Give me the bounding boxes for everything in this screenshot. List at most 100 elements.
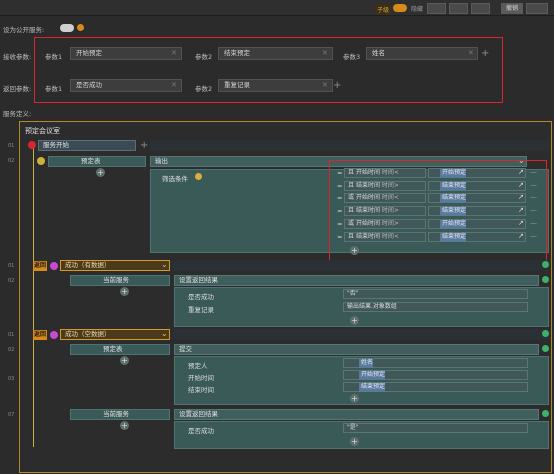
start-node-icon — [28, 141, 36, 149]
return-param-2-field[interactable]: 重复记录 — [218, 79, 333, 92]
remove-filter-icon[interactable]: — — [530, 193, 537, 201]
filter-eq-sign: = — [337, 194, 343, 203]
line-number: 01 — [8, 332, 15, 338]
add-return-param-icon[interactable]: + — [333, 81, 341, 91]
result-field-name: 是否成功 — [188, 427, 214, 435]
filter-eq-sign: = — [337, 169, 343, 177]
sub-level-toggle[interactable] — [393, 4, 407, 12]
receive-param-1-label: 参数1 — [45, 53, 63, 61]
toolbar-button-1[interactable] — [427, 3, 446, 14]
receive-params-label: 接收参数: — [3, 53, 32, 61]
toolbar-button-2[interactable] — [449, 3, 468, 14]
branch2-bar — [172, 329, 550, 340]
add-result-icon[interactable]: + — [350, 437, 359, 446]
receive-param-2-field[interactable]: 结束预定 — [218, 47, 333, 60]
filter-value-field[interactable]: 结束预定 — [428, 231, 526, 242]
submit-field-value[interactable]: 姓名 — [343, 358, 528, 368]
remove-filter-icon[interactable]: — — [530, 232, 537, 240]
filter-value-field[interactable]: 结束预定 — [428, 206, 526, 217]
branch-success-empty[interactable]: 成功（空数据） — [60, 329, 170, 340]
expand-icon[interactable]: ↗ — [518, 219, 524, 227]
expand-icon[interactable]: ↗ — [518, 168, 524, 176]
remove-filter-icon[interactable]: — — [530, 181, 537, 189]
toolbar-button-3[interactable] — [471, 3, 490, 14]
remove-filter-icon[interactable]: — — [530, 168, 537, 176]
filter-row[interactable]: 且 结束时间 时间> — [344, 206, 426, 217]
filter-eq-sign: = — [337, 181, 343, 190]
return-param-1-label: 参数1 — [45, 85, 63, 93]
branch-success-data[interactable]: 成功（有数据） — [60, 260, 170, 271]
result-field-name: 重复记录 — [188, 306, 214, 314]
add-step-icon[interactable]: + — [96, 168, 105, 177]
submit-field-value[interactable]: 结束预定 — [343, 382, 528, 392]
sub-level-label: 子级 — [375, 4, 392, 15]
result-field-value[interactable]: 输出结果.对象数组 — [343, 302, 528, 312]
line-number: 07 — [8, 412, 15, 418]
receive-param-2-label: 参数2 — [195, 53, 213, 61]
remove-filter-icon[interactable]: — — [530, 219, 537, 227]
return-params-label: 返回参数: — [3, 85, 32, 93]
add-step-icon[interactable]: + — [120, 287, 129, 296]
filter-row[interactable]: 或 开始时间 时间< — [344, 193, 426, 204]
receive-param-3-field[interactable]: 姓名 — [366, 47, 478, 60]
flow-connector-line — [33, 147, 34, 447]
add-step-icon[interactable]: + — [120, 421, 129, 430]
add-step-icon[interactable]: + — [120, 356, 129, 365]
start-row-bar — [150, 140, 550, 151]
expand-icon[interactable]: ↗ — [518, 206, 524, 214]
line-number: 02 — [8, 278, 15, 284]
clear-icon[interactable]: ✕ — [322, 49, 328, 57]
filter-row[interactable]: 且 开始时间 时间< — [344, 168, 426, 178]
set-return-result-row-2[interactable]: 设置返回结果 — [174, 409, 539, 420]
reserve-table-node[interactable]: 预定表 — [48, 156, 146, 167]
submit-row[interactable]: 提交 — [174, 344, 539, 355]
clear-icon[interactable]: ✕ — [322, 81, 328, 89]
line-number: 02 — [8, 158, 15, 164]
line-number: 02 — [8, 347, 15, 353]
add-submit-field-icon[interactable]: + — [350, 394, 359, 403]
clear-icon[interactable]: ✕ — [171, 49, 177, 57]
add-step-icon[interactable]: + — [140, 141, 148, 151]
service-definition-label: 服务定义: — [3, 110, 32, 118]
public-status-dot — [77, 24, 84, 31]
current-service-node-2[interactable]: 当前服务 — [70, 409, 170, 420]
start-node[interactable]: 服务开始 — [38, 140, 136, 151]
add-receive-param-icon[interactable]: + — [481, 49, 489, 59]
add-result-icon[interactable]: + — [350, 316, 359, 325]
status-dot — [542, 330, 549, 337]
filter-value-field[interactable]: 开始预定 — [428, 218, 526, 229]
filter-row[interactable]: 且 结束时间 时间< — [344, 231, 426, 242]
return-param-1-field[interactable]: 是否成功 — [70, 79, 182, 92]
public-toggle[interactable] — [60, 24, 74, 32]
result-field-value[interactable]: "是" — [343, 423, 528, 433]
reserve-table-node-2[interactable]: 预定表 — [70, 344, 170, 355]
toolbar-button-4[interactable] — [526, 3, 548, 14]
expand-icon[interactable]: ↗ — [518, 193, 524, 201]
filter-value-field[interactable]: 开始预定 — [428, 168, 526, 178]
clear-icon[interactable]: ✕ — [171, 81, 177, 89]
return-param-2-label: 参数2 — [195, 85, 213, 93]
filter-value-field[interactable]: 结束预定 — [428, 193, 526, 204]
submit-field-value[interactable]: 开始预定 — [343, 370, 528, 380]
current-service-node[interactable]: 当前服务 — [70, 275, 170, 286]
remove-filter-icon[interactable]: — — [530, 206, 537, 214]
help-icon[interactable] — [195, 173, 202, 180]
branch-dropdown-icon[interactable]: ⌄ — [161, 329, 168, 338]
line-number: 03 — [8, 376, 15, 382]
undo-button[interactable]: 撤销 — [501, 3, 523, 14]
submit-field-name: 预定人 — [188, 362, 208, 370]
receive-param-1-field[interactable]: 开始预定 — [70, 47, 182, 60]
filter-row[interactable]: 或 开始时间 时间> — [344, 218, 426, 229]
filter-value-field[interactable]: 结束预定 — [428, 180, 526, 191]
clear-icon[interactable]: ✕ — [468, 49, 474, 57]
submit-field-name: 结束时间 — [188, 386, 214, 394]
add-filter-icon[interactable]: + — [350, 246, 359, 255]
receive-param-3-label: 参数3 — [343, 53, 361, 61]
set-return-result-row[interactable]: 设置返回结果 — [174, 275, 539, 286]
branch-dropdown-icon[interactable]: ⌄ — [161, 260, 168, 269]
result-field-name: 是否成功 — [188, 293, 214, 301]
expand-icon[interactable]: ↗ — [518, 232, 524, 240]
result-field-value[interactable]: "否" — [343, 289, 528, 299]
filter-row[interactable]: 且 结束时间 时间> — [344, 180, 426, 191]
expand-icon[interactable]: ↗ — [518, 181, 524, 189]
